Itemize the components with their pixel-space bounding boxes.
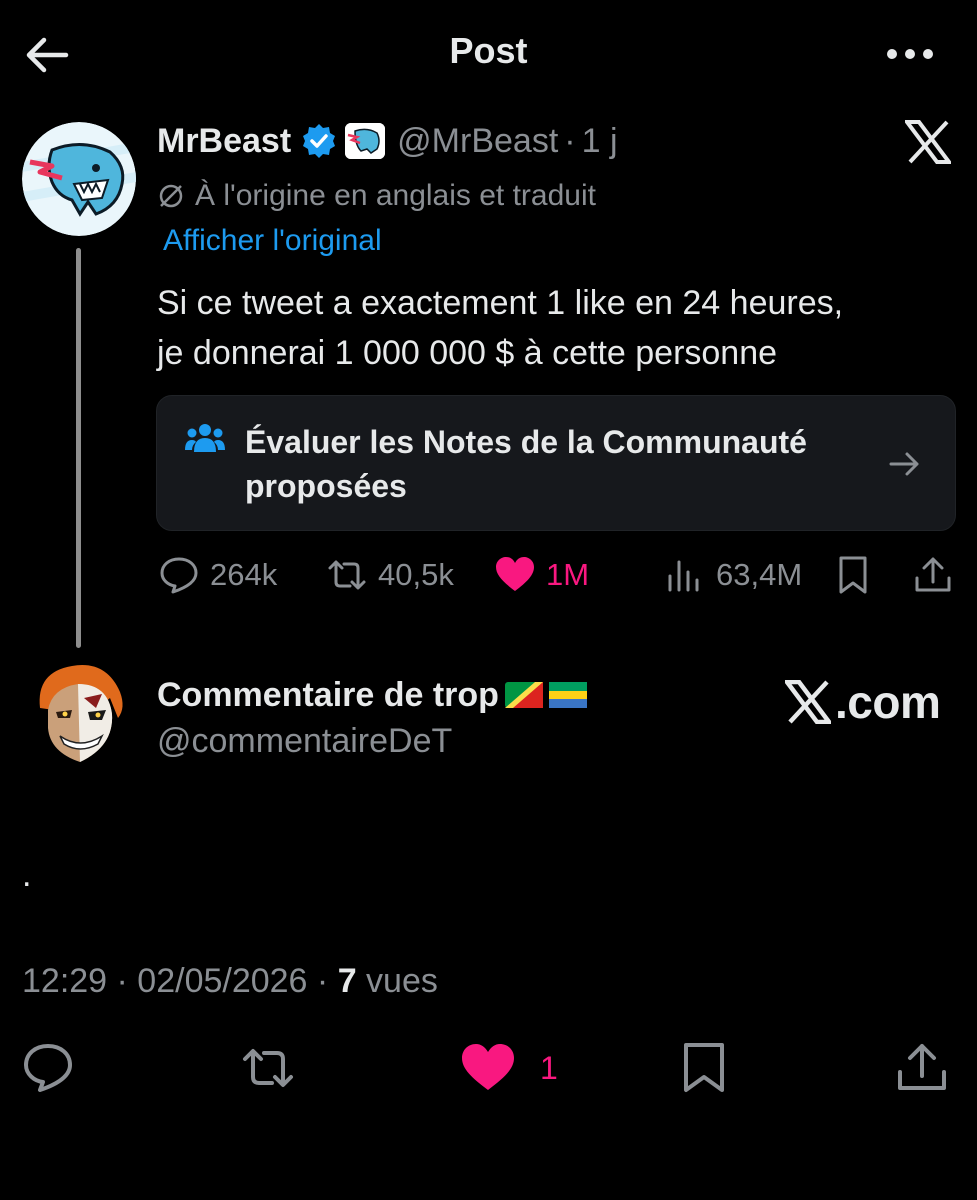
- x-logo-icon: [785, 680, 831, 724]
- notes-label-line: proposées: [245, 468, 407, 504]
- page-title: Post: [449, 30, 528, 71]
- repost-icon: [243, 1049, 293, 1087]
- beast-logo-icon: [345, 123, 386, 159]
- more-icon: [887, 49, 933, 59]
- views-icon: [668, 560, 699, 592]
- community-notes-button[interactable]: Évaluer les Notes de la Communauté propo…: [156, 395, 956, 531]
- repost-icon: [328, 560, 366, 590]
- like-button[interactable]: 1: [460, 1040, 558, 1096]
- parent-author-row[interactable]: MrBeast @MrBeast · 1 j: [157, 118, 618, 164]
- watermark-text: .com: [835, 676, 941, 728]
- reply-author-row[interactable]: Commentaire de trop: [157, 672, 587, 718]
- separator-dot: ·: [564, 121, 576, 160]
- views-label: vues: [356, 962, 438, 1000]
- congo-flag-icon: [504, 682, 543, 708]
- beast-logo-icon: [22, 122, 136, 236]
- views-count: 63,4M: [716, 557, 803, 592]
- translate-icon: [159, 184, 183, 208]
- tweet-text-line: je donnerai 1 000 000 $ à cette personne: [157, 334, 778, 372]
- repost-button[interactable]: [240, 1040, 296, 1096]
- reply-button[interactable]: [20, 1040, 76, 1096]
- post-timestamp[interactable]: 12:29 · 02/05/2026 ·: [22, 962, 338, 1000]
- reply-icon: [160, 557, 198, 594]
- x-com-watermark: .com: [785, 676, 941, 728]
- translated-label: À l'origine en anglais et traduit: [195, 179, 596, 212]
- hollow-mask-avatar-icon: [22, 658, 136, 772]
- like-count: 1M: [546, 557, 590, 592]
- bookmark-button[interactable]: [832, 553, 874, 597]
- show-original-link[interactable]: Afficher l'original: [163, 224, 382, 258]
- author-display-name[interactable]: MrBeast: [157, 122, 291, 161]
- reply-author-handle[interactable]: @commentaireDeT: [157, 722, 452, 761]
- author-handle[interactable]: @MrBeast: [397, 122, 558, 161]
- share-icon: [898, 1044, 946, 1090]
- community-notes-label: Évaluer les Notes de la Communauté propo…: [245, 420, 885, 508]
- affiliate-badge[interactable]: [345, 123, 386, 159]
- share-button[interactable]: [912, 553, 954, 597]
- reply-display-name[interactable]: Commentaire de trop: [157, 676, 499, 715]
- notes-label-line: Évaluer les Notes de la Communauté: [245, 424, 807, 460]
- gabon-flag-icon: [548, 682, 587, 708]
- verified-badge-icon: [303, 124, 336, 158]
- x-logo: [905, 120, 951, 164]
- x-logo-icon: [905, 120, 951, 164]
- reply-button[interactable]: 264k: [158, 553, 277, 597]
- reply-count: 264k: [210, 557, 278, 592]
- post-metadata: 12:29 · 02/05/2026 · 7 vues: [22, 962, 438, 1001]
- like-button[interactable]: 1M: [494, 553, 589, 597]
- tweet-text-line: Si ce tweet a exactement 1 like en 24 he…: [157, 284, 844, 322]
- mrbeast-avatar[interactable]: [22, 122, 136, 236]
- like-count: 1: [540, 1049, 558, 1086]
- views-button[interactable]: 63,4M: [664, 553, 802, 597]
- more-button[interactable]: [880, 36, 940, 72]
- translation-notice: À l'origine en anglais et traduit: [157, 176, 596, 216]
- views-number: 7: [337, 962, 357, 1000]
- heart-icon: [496, 557, 534, 591]
- reply-author-avatar[interactable]: [22, 658, 136, 772]
- repost-count: 40,5k: [378, 557, 454, 592]
- share-button[interactable]: [894, 1040, 950, 1096]
- repost-button[interactable]: 40,5k: [326, 553, 454, 597]
- post-time[interactable]: 1 j: [582, 122, 618, 161]
- bookmark-button[interactable]: [676, 1040, 732, 1096]
- share-icon: [915, 557, 951, 592]
- bookmark-icon: [684, 1043, 724, 1092]
- reply-icon: [24, 1044, 72, 1092]
- tweet-text: Si ce tweet a exactement 1 like en 24 he…: [157, 278, 957, 378]
- community-icon: [185, 424, 225, 452]
- thread-connector-line: [76, 248, 81, 648]
- bookmark-icon: [839, 556, 867, 594]
- reply-text: .: [22, 856, 32, 894]
- heart-icon: [462, 1044, 514, 1090]
- arrow-right-icon: [889, 452, 919, 476]
